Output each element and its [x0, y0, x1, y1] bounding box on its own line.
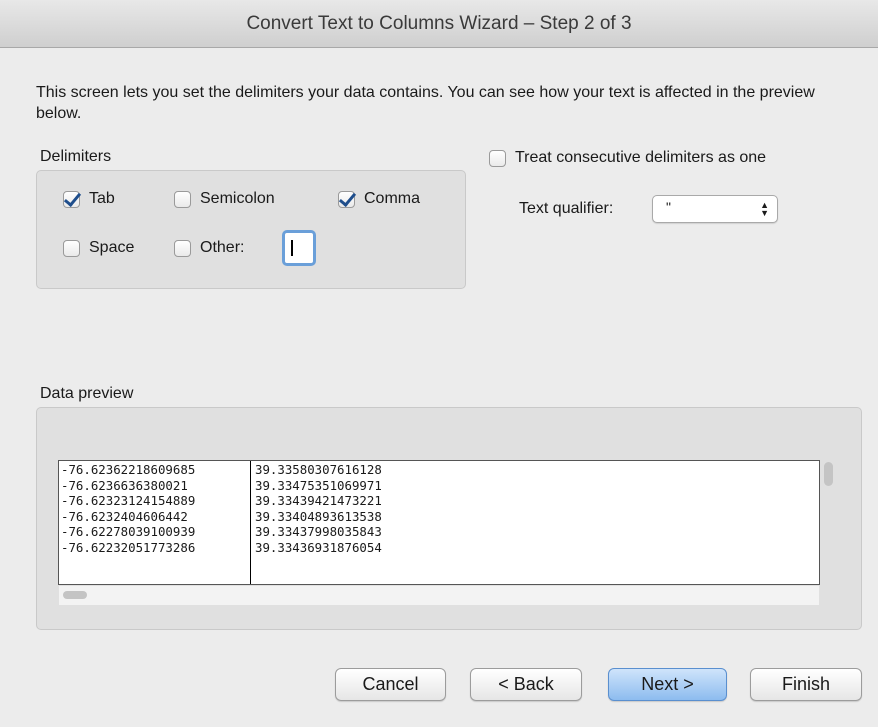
preview-cell: 39.33437998035843 — [255, 524, 382, 540]
preview-cell: 39.33404893613538 — [255, 508, 382, 524]
text-qualifier-value: " — [666, 199, 671, 215]
checkbox-icon — [174, 239, 191, 257]
other-checkbox[interactable]: Other: — [174, 239, 244, 257]
text-qualifier-label: Text qualifier: — [519, 200, 614, 217]
consecutive-delimiters-label: Treat consecutive delimiters as one — [515, 149, 767, 166]
semicolon-label: Semicolon — [200, 190, 275, 207]
consecutive-delimiters-checkbox[interactable]: Treat consecutive delimiters as one — [489, 149, 766, 167]
space-checkbox[interactable]: Space — [63, 239, 134, 257]
checkbox-icon — [174, 190, 191, 208]
comma-label: Comma — [364, 190, 421, 207]
data-preview-label: Data preview — [40, 385, 134, 402]
preview-cell: -76.62362218609685 — [61, 462, 196, 477]
finish-button[interactable]: Finish — [750, 668, 862, 701]
updown-arrows-icon: ▲ ▼ — [760, 200, 769, 218]
next-button[interactable]: Next > — [608, 668, 727, 701]
checkbox-icon — [489, 149, 506, 167]
preview-cell: -76.62232051773286 — [61, 539, 196, 555]
preview-cell: -76.62323124154889 — [61, 493, 196, 509]
checkmark-icon — [63, 190, 80, 208]
delimiters-panel — [36, 170, 466, 289]
preview-cell: 39.33475351069971 — [255, 477, 382, 493]
delimiters-label: Delimiters — [40, 148, 112, 165]
window-title: Convert Text to Columns Wizard – Step 2 … — [0, 0, 878, 48]
data-preview-grid[interactable]: -76.62362218609685 -76.6236636380021 -76… — [58, 460, 820, 585]
text-caret — [291, 240, 293, 256]
horizontal-scrollbar[interactable] — [59, 586, 819, 605]
semicolon-checkbox[interactable]: Semicolon — [174, 190, 275, 208]
preview-cell: -76.6232404606442 — [61, 508, 188, 524]
checkmark-icon — [338, 190, 355, 208]
text-qualifier-select[interactable]: " ▲ ▼ — [652, 195, 778, 223]
preview-cell: 39.33436931876054 — [255, 539, 382, 555]
intro-text: This screen lets you set the delimiters … — [36, 84, 815, 122]
other-delimiter-input[interactable] — [282, 230, 316, 266]
tab-checkbox[interactable]: Tab — [63, 190, 115, 208]
preview-column-2: 39.33580307616128 39.33475351069971 39.3… — [255, 462, 655, 556]
preview-column-1: -76.62362218609685 -76.6236636380021 -76… — [61, 462, 251, 556]
checkbox-icon — [63, 239, 80, 257]
comma-checkbox[interactable]: Comma — [338, 190, 420, 208]
tab-label: Tab — [89, 190, 115, 207]
space-label: Space — [89, 239, 135, 256]
preview-cell: 39.33580307616128 — [255, 462, 382, 477]
cancel-button[interactable]: Cancel — [335, 668, 446, 701]
horizontal-scroll-thumb[interactable] — [63, 591, 87, 599]
vertical-scrollbar[interactable] — [824, 462, 833, 486]
other-label: Other: — [200, 239, 245, 256]
preview-cell: 39.33439421473221 — [255, 493, 382, 509]
back-button[interactable]: < Back — [470, 668, 582, 701]
preview-cell: -76.62278039100939 — [61, 524, 196, 540]
preview-cell: -76.6236636380021 — [61, 477, 188, 493]
column-separator[interactable] — [250, 461, 251, 584]
